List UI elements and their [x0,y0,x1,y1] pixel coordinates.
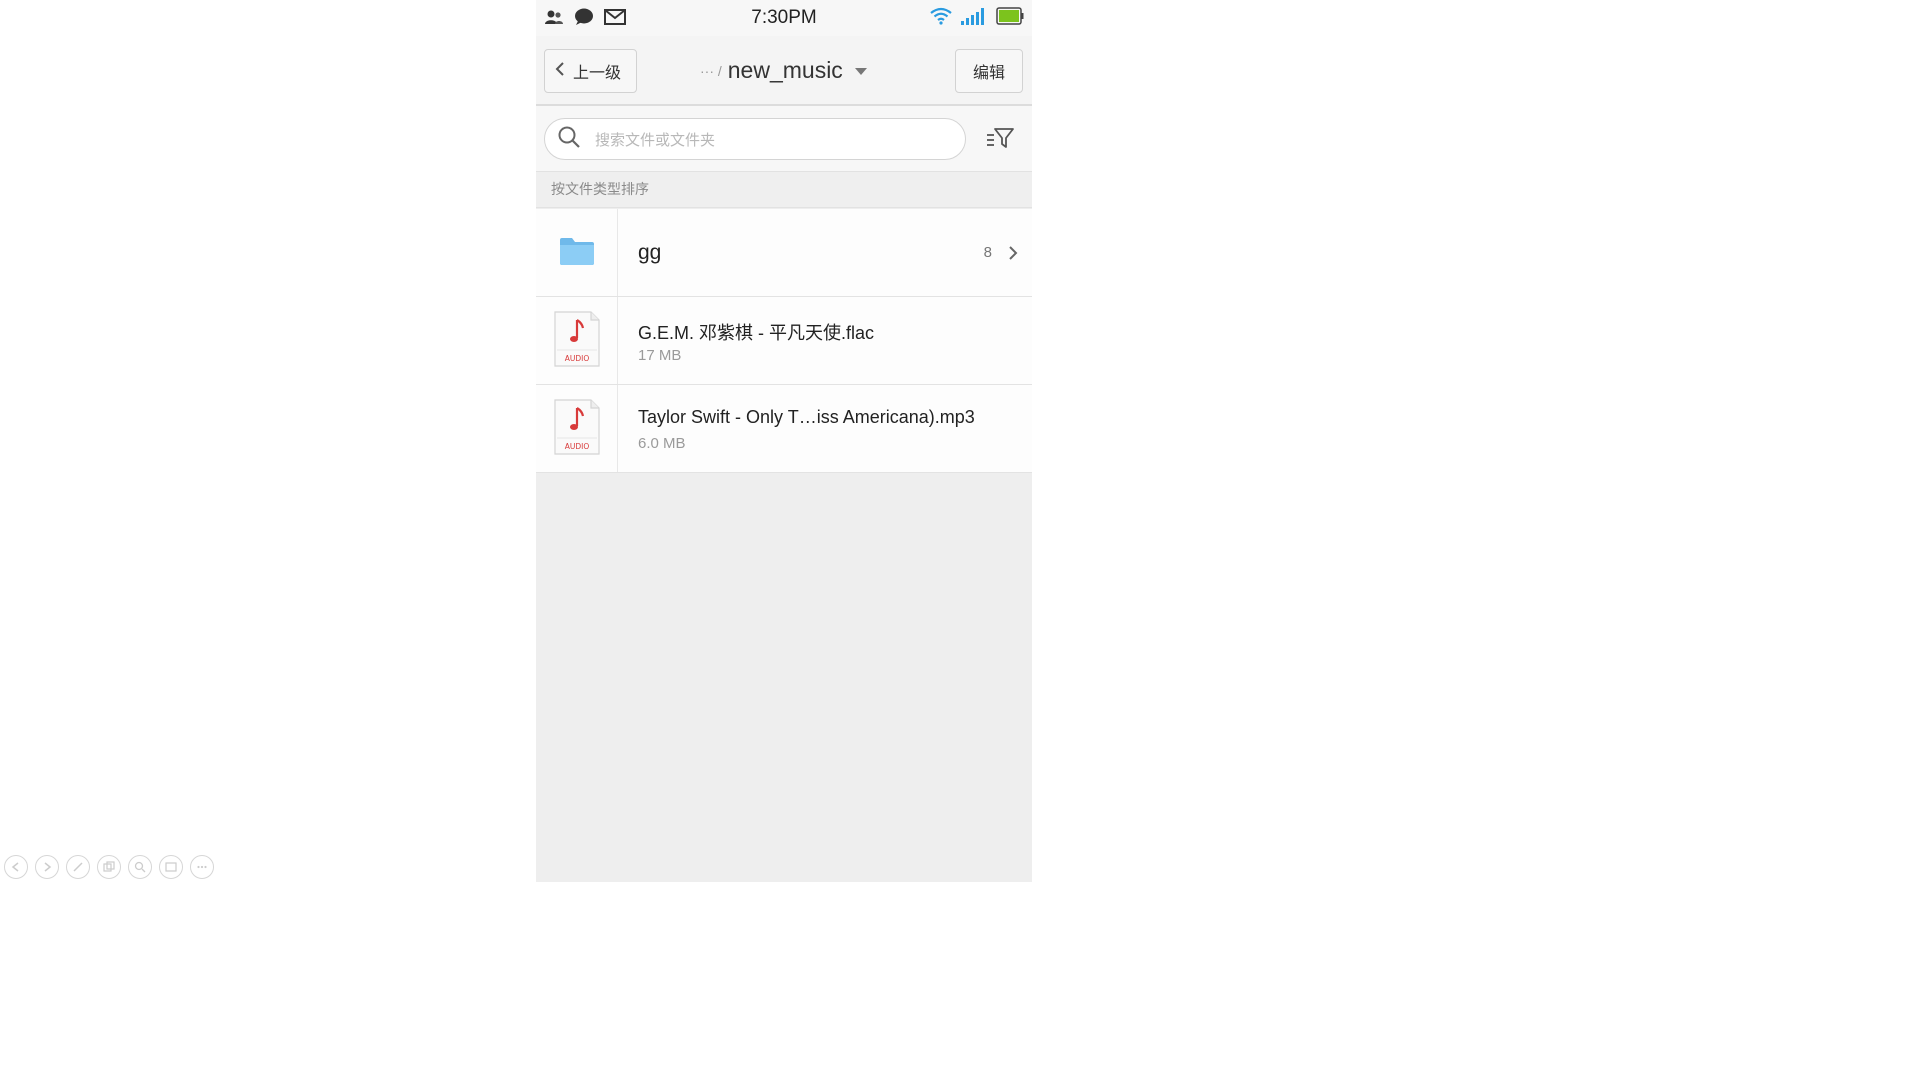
file-list: gg 8 AUDIO G.E.M. 邓紫棋 - 平凡天使.flac 17 MB … [536,209,1032,473]
file-size: 17 MB [638,347,682,364]
status-right-icons [930,7,1024,29]
filter-sort-icon[interactable] [986,126,1014,154]
search-placeholder: 搜索文件或文件夹 [595,130,716,149]
list-item-folder-gg[interactable]: gg 8 [536,209,1032,297]
search-area: 搜索文件或文件夹 [536,106,1032,172]
play-icon[interactable] [35,855,59,879]
chevron-left-icon [555,61,565,81]
list-item-audio-file[interactable]: AUDIO Taylor Swift - Only T…iss American… [536,385,1032,473]
breadcrumb-ellipsis: ··· / [700,62,722,79]
file-icon-cell [536,209,618,296]
screen-icon[interactable] [159,855,183,879]
zoom-icon[interactable] [128,855,152,879]
wifi-icon [930,7,952,29]
sort-label: 按文件类型排序 [536,172,1032,208]
edit-button[interactable]: 编辑 [955,49,1023,93]
search-icon [557,125,581,153]
file-size: 6.0 MB [638,435,686,452]
file-name: gg [638,241,662,264]
audio-badge: AUDIO [564,442,589,451]
status-bar: 7:30PM [536,0,1032,36]
file-name: Taylor Swift - Only T…iss Americana).mp3 [638,407,975,427]
signal-icon [960,7,988,29]
current-folder-name: new_music [727,57,843,83]
item-count: 8 [983,244,992,261]
chevron-right-icon [1008,245,1018,265]
pen-icon[interactable] [66,855,90,879]
folder-icon [559,236,595,270]
list-item-audio-file[interactable]: AUDIO G.E.M. 邓紫棋 - 平凡天使.flac 17 MB [536,297,1032,385]
presentation-controls [4,855,214,879]
breadcrumb[interactable]: ··· / new_music [700,57,867,84]
audio-file-icon: AUDIO [553,310,601,372]
battery-icon [996,7,1024,29]
phone-screen: 7:30PM 上一级 ··· / new_music 编辑 搜索文件或文件夹 按… [536,0,1032,882]
dropdown-caret-icon [854,68,867,75]
more-icon[interactable] [190,855,214,879]
back-label: 上一级 [573,63,622,82]
audio-badge: AUDIO [564,354,589,363]
file-name: G.E.M. 邓紫棋 - 平凡天使.flac [638,323,875,343]
audio-file-icon: AUDIO [553,398,601,460]
file-icon-cell: AUDIO [536,385,618,472]
file-icon-cell: AUDIO [536,297,618,384]
top-bar: 上一级 ··· / new_music 编辑 [536,36,1032,106]
prev-icon[interactable] [4,855,28,879]
search-input[interactable]: 搜索文件或文件夹 [544,118,966,160]
copy-icon[interactable] [97,855,121,879]
back-button[interactable]: 上一级 [544,49,637,93]
